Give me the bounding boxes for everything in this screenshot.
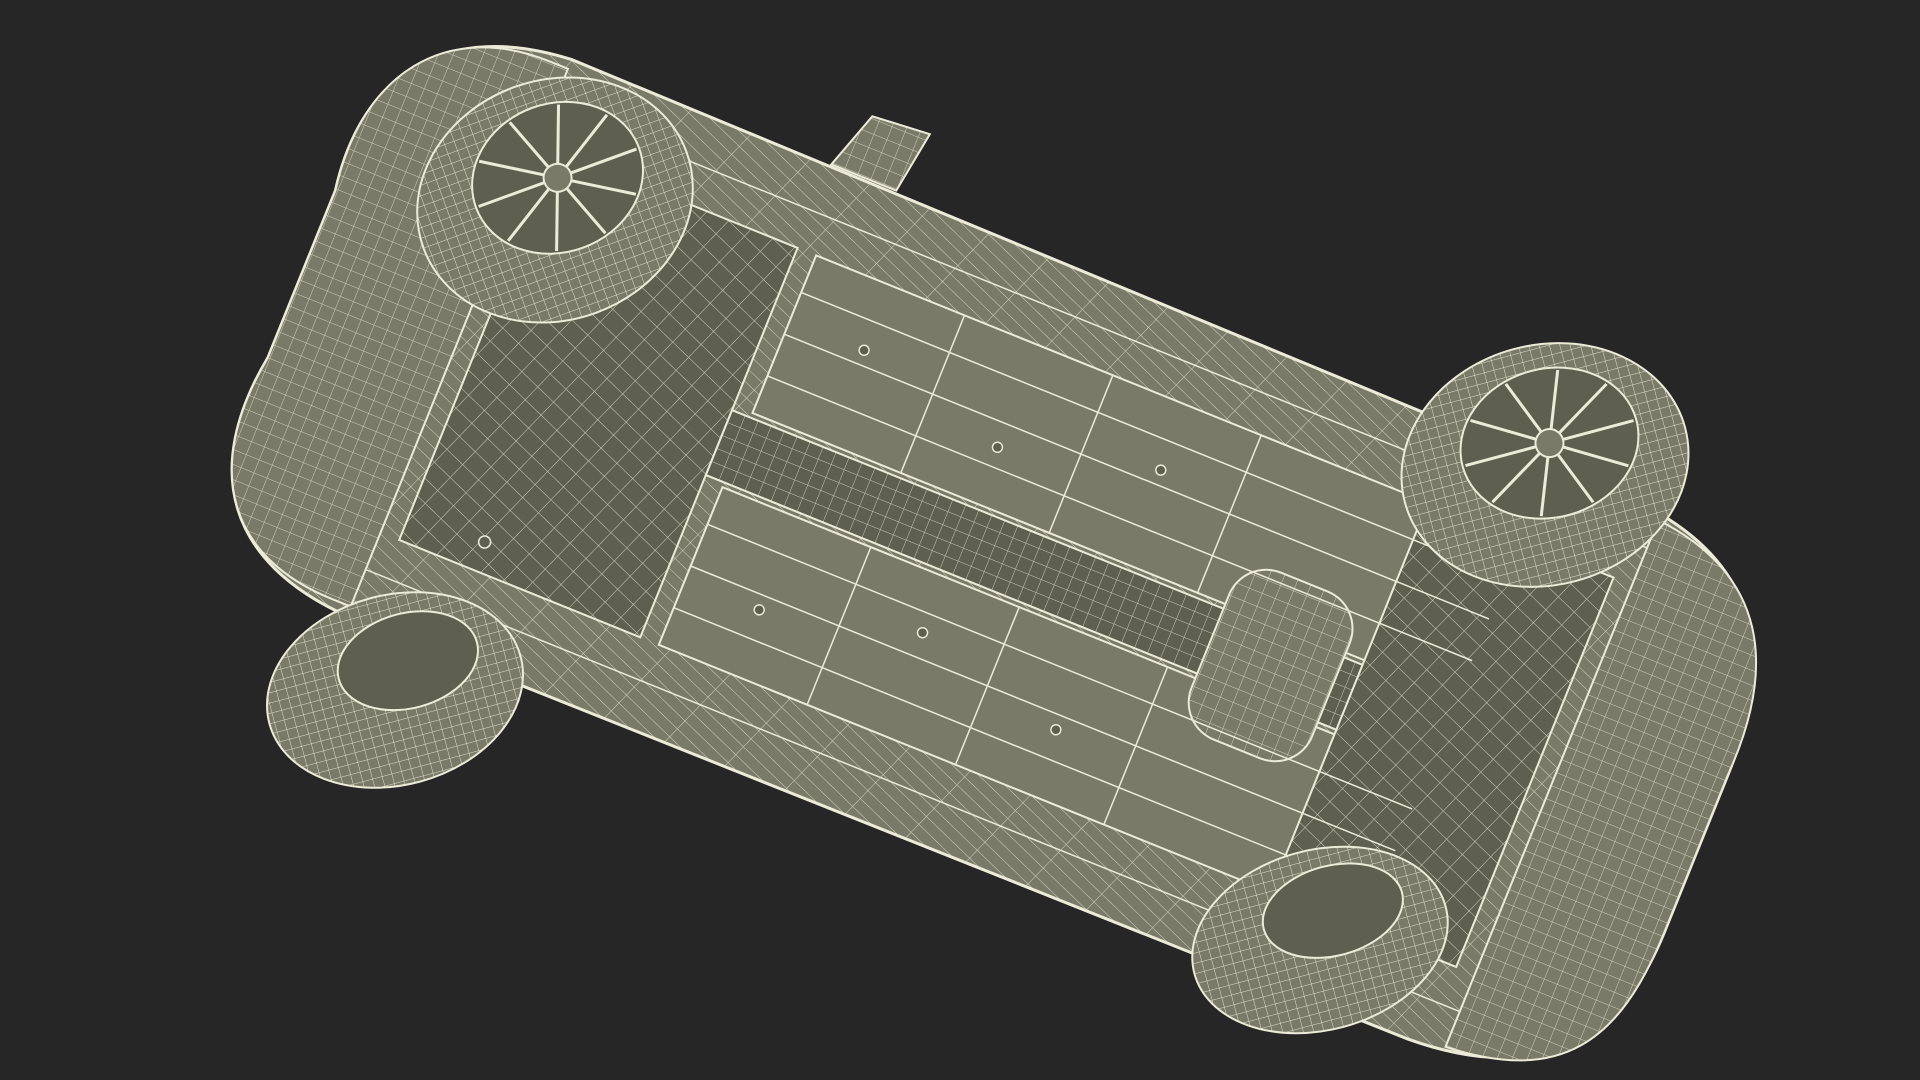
render-canvas	[0, 0, 1920, 1080]
viewport	[0, 0, 1920, 1080]
